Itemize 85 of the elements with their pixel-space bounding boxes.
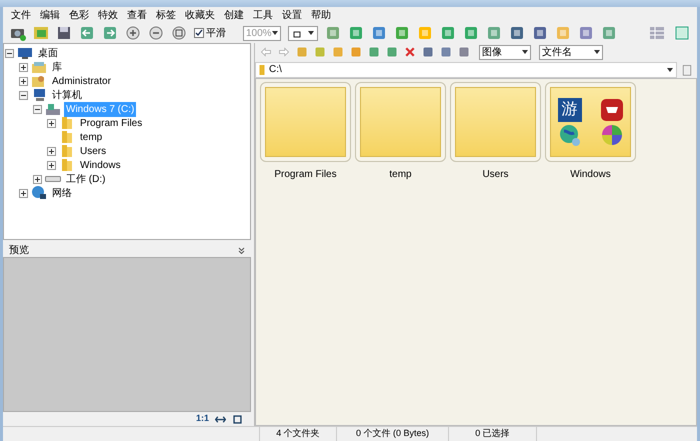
- folder-thumbnail[interactable]: [260, 82, 351, 162]
- expand-icon[interactable]: [19, 188, 28, 198]
- folder-name: Program Files: [274, 168, 337, 182]
- menu-item[interactable]: 文件: [11, 8, 31, 22]
- menu-item[interactable]: 设置: [282, 8, 302, 22]
- caret-icon: [308, 31, 314, 35]
- folder-name: Users: [482, 168, 509, 182]
- drive-icon: [45, 101, 61, 117]
- fit-icon[interactable]: [171, 25, 187, 41]
- tree-item[interactable]: temp: [78, 130, 104, 144]
- menu-item[interactable]: 帮助: [311, 8, 331, 22]
- trash-icon[interactable]: [681, 62, 693, 76]
- dropdown[interactable]: 文件名: [539, 44, 603, 60]
- menu-item[interactable]: 收藏夹: [185, 8, 215, 22]
- menu-item[interactable]: 创建: [224, 8, 244, 22]
- shopping-cart-icon: [600, 98, 624, 122]
- delete-icon[interactable]: [404, 46, 416, 58]
- save-icon[interactable]: [56, 25, 72, 41]
- expand-icon[interactable]: [33, 174, 42, 184]
- menu-item[interactable]: 编辑: [40, 8, 60, 22]
- fit-window-icon[interactable]: [232, 414, 243, 424]
- zoom-out-icon[interactable]: [148, 25, 164, 41]
- folder-thumbnail[interactable]: 游: [545, 82, 636, 162]
- folder-icon: [59, 143, 75, 159]
- previous-icon[interactable]: [79, 25, 95, 41]
- tree-item[interactable]: 工作 (D:): [64, 172, 108, 186]
- folder-icon: [259, 64, 265, 74]
- forward-icon[interactable]: [278, 46, 290, 58]
- hand-tool-dropdown[interactable]: [288, 26, 318, 40]
- expand-icon[interactable]: [47, 160, 56, 170]
- tree-item[interactable]: Windows: [78, 158, 123, 172]
- folder-icon: [59, 157, 75, 173]
- address-field[interactable]: C:\: [255, 62, 677, 78]
- expand-icon[interactable]: [19, 76, 28, 86]
- checkbox-label: 平滑: [206, 26, 226, 40]
- expand-icon[interactable]: [19, 62, 28, 72]
- expand-icon[interactable]: [47, 146, 56, 156]
- next-icon[interactable]: [102, 25, 118, 41]
- tree-item[interactable]: 网络: [50, 186, 74, 200]
- folder-name: temp: [389, 168, 412, 182]
- menu-item[interactable]: 标签: [156, 8, 176, 22]
- globe-icon: [558, 122, 582, 146]
- zoom-in-icon[interactable]: [125, 25, 141, 41]
- menu-item[interactable]: 特效: [98, 8, 118, 22]
- panel-title: 预览: [9, 244, 29, 258]
- computer-icon: [31, 87, 47, 103]
- library-icon: [31, 59, 47, 75]
- collapse-icon[interactable]: [238, 246, 245, 254]
- folder-thumbnail[interactable]: [355, 82, 446, 162]
- tree-item[interactable]: Users: [78, 144, 108, 158]
- checkbox[interactable]: [194, 28, 204, 38]
- expand-icon[interactable]: [47, 118, 56, 128]
- user-icon: [31, 73, 47, 89]
- folder-icon: [59, 115, 75, 131]
- caret-icon: [667, 68, 673, 72]
- caret-icon: [594, 50, 600, 54]
- status-text: 0 已选择: [475, 427, 510, 440]
- actual-size-button[interactable]: 1:1: [196, 412, 209, 426]
- app-icon: 游: [558, 98, 582, 122]
- layout-icon[interactable]: [647, 25, 667, 41]
- tree-item[interactable]: 库: [50, 60, 64, 74]
- fullscreen-icon[interactable]: [674, 25, 690, 41]
- collapse-icon[interactable]: [5, 48, 14, 58]
- tree-item[interactable]: Administrator: [50, 74, 113, 88]
- open-folder-icon[interactable]: [33, 25, 49, 41]
- color-wheel-icon: [600, 122, 624, 146]
- tree-item[interactable]: Program Files: [78, 116, 144, 130]
- menu-item[interactable]: 色彩: [69, 8, 89, 22]
- back-icon[interactable]: [260, 46, 272, 58]
- caret-icon: [272, 31, 278, 35]
- dropdown[interactable]: 图像: [479, 44, 531, 60]
- folder-name: Windows: [570, 168, 611, 182]
- network-icon: [31, 185, 47, 201]
- collapse-icon[interactable]: [19, 90, 28, 100]
- caret-icon: [522, 50, 528, 54]
- folder-icon: [59, 129, 75, 145]
- status-text: 4 个文件夹: [276, 427, 320, 440]
- tree-item[interactable]: 计算机: [50, 88, 84, 102]
- tree-item[interactable]: 桌面: [36, 46, 60, 60]
- menu-item[interactable]: 查看: [127, 8, 147, 22]
- folder-thumbnail[interactable]: [450, 82, 541, 162]
- collapse-icon[interactable]: [33, 104, 42, 114]
- fit-width-icon[interactable]: [215, 414, 226, 424]
- menu-item[interactable]: 工具: [253, 8, 273, 22]
- status-text: 0 个文件 (0 Bytes): [356, 427, 429, 440]
